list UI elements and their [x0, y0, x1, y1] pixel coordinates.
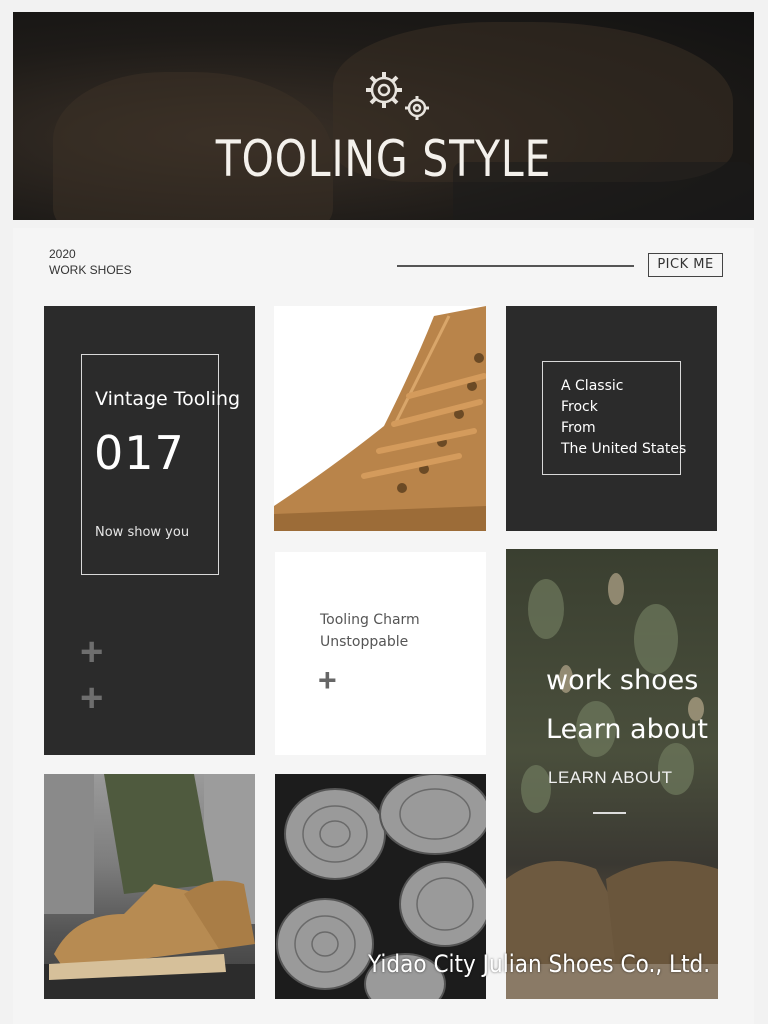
work-shoes-heading: work shoes — [546, 665, 699, 696]
header-divider — [397, 265, 634, 267]
vintage-number: 017 — [94, 426, 185, 480]
charm-line: Unstoppable — [320, 634, 409, 650]
banner-title: TOOLING STYLE — [215, 130, 552, 188]
learn-about-underline — [593, 812, 626, 814]
vintage-title: Vintage Tooling — [95, 388, 241, 410]
pick-me-button[interactable]: PICK ME — [648, 253, 723, 277]
classic-line: A Classic — [561, 378, 624, 394]
learn-about-link[interactable]: LEARN ABOUT — [548, 768, 673, 788]
charm-line: Tooling Charm — [320, 612, 420, 628]
boot-illustration — [274, 306, 486, 531]
classic-line: From — [561, 420, 596, 436]
hero-banner: TOOLING STYLE — [13, 12, 754, 220]
classic-line: The United States — [561, 441, 687, 457]
work-shoes-label: WORK SHOES — [49, 263, 132, 277]
plus-icon[interactable]: + — [80, 632, 103, 672]
vintage-note: Now show you — [95, 525, 190, 540]
street-boots-image — [44, 774, 255, 999]
charm-tile — [275, 552, 486, 755]
learn-about-heading: Learn about — [546, 714, 708, 745]
gears-icon — [366, 72, 429, 120]
street-boots-illustration — [44, 774, 255, 999]
year-label: 2020 — [49, 247, 76, 261]
plus-icon[interactable]: + — [318, 664, 337, 696]
classic-line: Frock — [561, 399, 598, 415]
boot-closeup-image — [274, 306, 486, 531]
plus-icon[interactable]: + — [80, 678, 103, 718]
company-watermark: Yidao City Julian Shoes Co., Ltd. — [368, 950, 711, 978]
